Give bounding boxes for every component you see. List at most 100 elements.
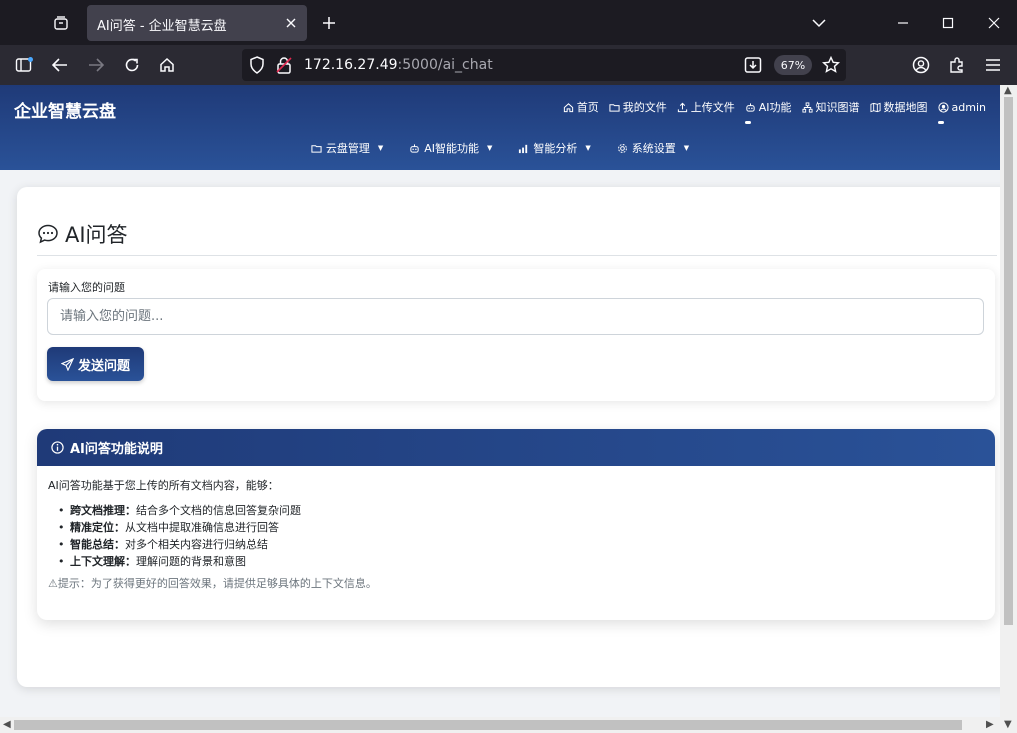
list-item: 智能总结：对多个相关内容进行归纳总结 (58, 536, 978, 553)
paper-plane-icon (60, 357, 74, 371)
home-icon[interactable] (153, 51, 181, 79)
shield-icon[interactable] (249, 56, 265, 78)
caret-down-icon: ▼ (377, 144, 384, 152)
chat-bubble-icon (38, 224, 58, 244)
close-icon[interactable] (281, 13, 301, 33)
maximize-icon[interactable] (933, 8, 963, 38)
robot-icon (746, 102, 755, 112)
url-host: 172.16.27.49 (304, 57, 398, 73)
feature-term: 上下文理解： (70, 555, 136, 568)
topnav-data-map[interactable]: 数据地图 (869, 99, 928, 115)
topnav-data-map-label: 数据地图 (883, 101, 928, 114)
vertical-scrollbar[interactable]: ▲ ▼ (1000, 85, 1017, 733)
topnav-user-label: admin (951, 100, 986, 114)
feature-desc: 结合多个文档的信息回答复杂问题 (136, 504, 301, 517)
list-item: 跨文档推理：结合多个文档的信息回答复杂问题 (58, 502, 978, 519)
scroll-left-arrow-icon[interactable]: ◀ (3, 719, 11, 730)
hamburger-menu-icon[interactable] (979, 51, 1007, 79)
question-input[interactable] (47, 298, 984, 335)
reload-icon[interactable] (118, 51, 146, 79)
topnav-home-label: 首页 (576, 101, 599, 114)
info-intro: AI问答功能基于您上传的所有文档内容，能够： (48, 479, 279, 492)
browser-toolbar: 172.16.27.49:5000/ai_chat 67% (0, 45, 1017, 85)
subnav-system-settings-label: 系统设置 (631, 142, 676, 155)
topnav-user-admin[interactable]: admin (937, 99, 986, 124)
send-question-label: 发送问题 (77, 357, 130, 373)
feature-term: 跨文档推理： (70, 504, 136, 517)
page-title: AI问答 (37, 219, 128, 249)
feature-term: 精准定位： (70, 521, 125, 534)
subnav-cloud-management-label: 云盘管理 (325, 142, 370, 155)
tab-list-icon[interactable] (46, 8, 76, 38)
secondary-navigation: 云盘管理 ▼ AI智能功能 ▼ 智能分析 ▼ 系统设置 ▼ (0, 140, 1000, 156)
page-title-text: AI问答 (65, 223, 128, 247)
diagram-icon (801, 101, 813, 113)
topnav-home[interactable]: 首页 (563, 99, 599, 115)
extensions-icon[interactable] (943, 51, 971, 79)
topnav-my-files[interactable]: 我的文件 (609, 99, 667, 115)
feature-term: 智能总结： (70, 538, 125, 551)
subnav-smart-analysis[interactable]: 智能分析 ▼ (518, 140, 591, 156)
upload-icon (677, 102, 687, 112)
subnav-cloud-management[interactable]: 云盘管理 ▼ (311, 140, 383, 156)
subnav-ai-features-label: AI智能功能 (424, 142, 479, 155)
zoom-level-badge[interactable]: 67% (774, 55, 812, 75)
title-divider (37, 255, 997, 256)
horizontal-scroll-thumb[interactable] (14, 720, 962, 730)
topnav-ai-label: AI功能 (758, 101, 792, 114)
topnav-ai[interactable]: AI功能 (744, 99, 792, 124)
info-tip: ⚠提示：为了获得更好的回答效果，请提供足够具体的上下文信息。 (48, 575, 978, 591)
send-question-button[interactable]: 发送问题 (47, 347, 144, 381)
minimize-icon[interactable] (888, 8, 918, 38)
feature-info-panel: AI问答功能说明 AI问答功能基于您上传的所有文档内容，能够： 跨文档推理：结合… (37, 429, 995, 620)
horizontal-scrollbar[interactable]: ◀ ▶ (0, 717, 1000, 733)
caret-down-icon: ▼ (487, 144, 493, 152)
topnav-knowledge-graph-label: 知识图谱 (815, 101, 860, 114)
chevron-down-icon[interactable] (806, 10, 832, 36)
topnav-knowledge-graph[interactable]: 知识图谱 (801, 99, 860, 115)
feature-list: 跨文档推理：结合多个文档的信息回答复杂问题 精准定位：从文档中提取准确信息进行回… (48, 502, 978, 570)
topnav-user-indicator (937, 121, 944, 124)
question-form: 请输入您的问题 发送问题 (37, 269, 995, 401)
download-icon[interactable] (744, 56, 762, 78)
scroll-down-arrow-icon[interactable]: ▼ (1004, 719, 1012, 730)
topnav-upload[interactable]: 上传文件 (677, 99, 735, 115)
back-arrow-icon[interactable] (46, 51, 74, 79)
folder-icon (609, 103, 620, 112)
info-circle-icon (51, 441, 64, 454)
warning-triangle-icon: ⚠ (48, 577, 58, 590)
account-icon[interactable] (907, 51, 935, 79)
vertical-scroll-thumb[interactable] (1004, 97, 1013, 625)
browser-tab-bar: AI问答 - 企业智慧云盘 (0, 0, 1017, 45)
info-tip-text: 提示：为了获得更好的回答效果，请提供足够具体的上下文信息。 (57, 577, 377, 590)
info-panel-body: AI问答功能基于您上传的所有文档内容，能够： 跨文档推理：结合多个文档的信息回答… (48, 477, 978, 591)
topnav-ai-indicator (744, 121, 751, 124)
star-icon[interactable] (821, 55, 841, 78)
window-close-icon[interactable] (979, 8, 1009, 38)
lock-warning-icon[interactable] (276, 56, 292, 78)
caret-down-icon: ▼ (585, 144, 591, 152)
list-item: 精准定位：从文档中提取准确信息进行回答 (58, 519, 978, 536)
brand-logo-text[interactable]: 企业智慧云盘 (14, 97, 116, 122)
sidebar-toggle-icon[interactable] (10, 51, 38, 79)
site-header: 企业智慧云盘 首页 我的文件 上传文件 AI功能 知识图谱 数据地图 admin… (0, 85, 1000, 170)
bar-chart-icon (519, 144, 528, 153)
new-tab-plus-icon[interactable] (316, 10, 342, 36)
home-icon (563, 102, 573, 112)
info-panel-header: AI问答功能说明 (37, 429, 995, 466)
robot-icon (410, 143, 419, 153)
forward-arrow-icon[interactable] (82, 51, 110, 79)
scroll-right-arrow-icon[interactable]: ▶ (986, 719, 994, 730)
subnav-system-settings[interactable]: 系统设置 ▼ (617, 140, 689, 156)
feature-desc: 理解问题的背景和意图 (136, 555, 246, 568)
browser-tab-active[interactable]: AI问答 - 企业智慧云盘 (87, 5, 307, 41)
gear-icon (617, 143, 627, 153)
topnav-upload-label: 上传文件 (690, 101, 735, 114)
subnav-ai-features[interactable]: AI智能功能 ▼ (409, 140, 492, 156)
user-circle-icon (937, 101, 949, 113)
question-label: 请输入您的问题 (48, 281, 125, 294)
subnav-smart-analysis-label: 智能分析 (533, 142, 578, 155)
url-bar[interactable]: 172.16.27.49:5000/ai_chat 67% (242, 49, 846, 81)
browser-tab-title: AI问答 - 企业智慧云盘 (97, 19, 227, 34)
scroll-up-arrow-icon[interactable]: ▲ (1004, 85, 1012, 96)
